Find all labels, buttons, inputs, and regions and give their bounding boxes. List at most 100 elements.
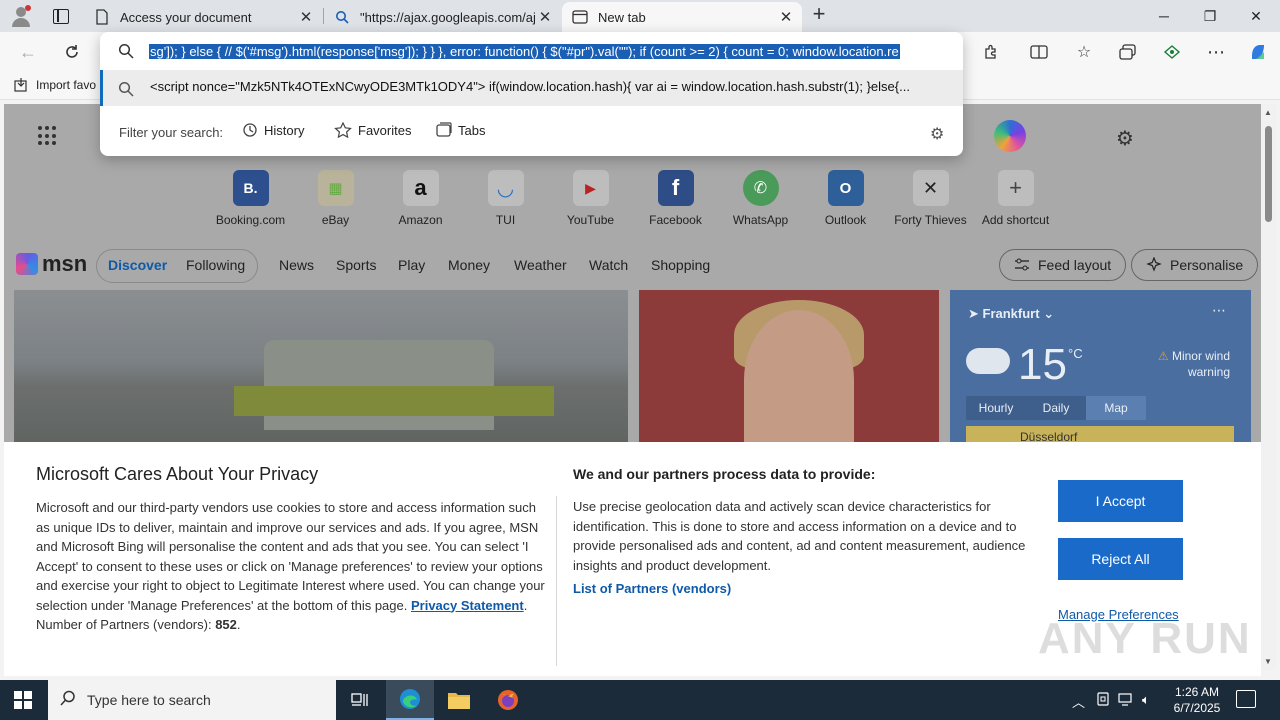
weather-warning[interactable]: ⚠ Minor wind warning <box>1140 348 1230 380</box>
profile-icon[interactable] <box>8 4 34 28</box>
favorites-star-icon[interactable]: ☆ <box>1072 40 1096 64</box>
new-tab-button[interactable]: + <box>808 3 830 26</box>
firefox-icon[interactable] <box>484 680 532 720</box>
page-settings-gear-icon[interactable]: ⚙ <box>1116 126 1134 151</box>
more-options-icon[interactable]: ⋯ <box>1204 40 1228 64</box>
tab-access-document[interactable]: Access your document ✕ <box>84 2 322 32</box>
news-photo-boat[interactable] <box>14 290 628 442</box>
booking-icon: B. <box>232 170 269 206</box>
collections-icon[interactable] <box>1116 40 1140 64</box>
filter-history[interactable]: History <box>242 122 304 138</box>
close-icon[interactable]: ✕ <box>535 8 555 26</box>
outlook-icon: O <box>827 170 864 206</box>
refresh-icon[interactable] <box>60 40 84 64</box>
filter-tabs[interactable]: Tabs <box>436 122 485 138</box>
address-input[interactable]: sg']); } else { // $('#msg').html(respon… <box>149 42 945 61</box>
task-view-icon[interactable] <box>336 680 384 720</box>
tab-new-tab[interactable]: New tab ✕ <box>562 2 802 32</box>
weather-map[interactable]: Düsseldorf <box>966 426 1234 442</box>
shortcut-amazon[interactable]: a Amazon <box>378 170 463 227</box>
nav-following[interactable]: Following <box>186 257 245 273</box>
address-bar-dropdown: sg']); } else { // $('#msg').html(respon… <box>100 32 963 156</box>
tab-actions-icon[interactable] <box>50 6 70 26</box>
taskbar-clock[interactable]: 1:26 AM 6/7/2025 <box>1172 684 1222 716</box>
back-arrow-icon[interactable]: ← <box>16 40 40 64</box>
chevron-up-icon[interactable]: ︿ <box>1072 692 1085 711</box>
tab-ajax-search[interactable]: "https://ajax.googleapis.com/aja ✕ <box>324 2 561 32</box>
divider <box>556 496 557 666</box>
tab-daily[interactable]: Daily <box>1026 396 1086 420</box>
weather-card[interactable]: ➤ Frankfurt ⌄ ⋯ 15 °C ⚠ Minor wind warni… <box>950 290 1251 442</box>
close-window-button[interactable]: ✕ <box>1233 0 1279 32</box>
close-icon[interactable]: ✕ <box>776 8 796 26</box>
privacy-statement-link[interactable]: Privacy Statement <box>411 598 524 613</box>
copilot-sidebar-icon[interactable] <box>1246 40 1270 64</box>
search-icon <box>334 9 350 25</box>
shortcut-forty-thieves[interactable]: ✕ Forty Thieves <box>888 170 973 227</box>
notifications-icon[interactable] <box>1236 690 1256 708</box>
shortcut-whatsapp[interactable]: ✆ WhatsApp <box>718 170 803 227</box>
edge-app-icon[interactable] <box>386 680 434 720</box>
nav-shopping[interactable]: Shopping <box>651 257 710 273</box>
nav-watch[interactable]: Watch <box>589 257 628 273</box>
search-icon <box>118 43 134 64</box>
shortcut-booking[interactable]: B. Booking.com <box>208 170 293 227</box>
shortcut-outlook[interactable]: O Outlook <box>803 170 888 227</box>
accept-button[interactable]: I Accept <box>1058 480 1183 522</box>
split-screen-icon[interactable] <box>1027 40 1051 64</box>
partners-list-link[interactable]: List of Partners (vendors) <box>573 581 731 596</box>
shortcut-youtube[interactable]: ▶ YouTube <box>548 170 633 227</box>
scroll-down-icon[interactable]: ▼ <box>1264 657 1272 666</box>
copilot-icon[interactable] <box>994 120 1026 152</box>
nav-news[interactable]: News <box>279 257 314 273</box>
filter-favorites[interactable]: Favorites <box>334 122 411 138</box>
minimize-button[interactable]: ─ <box>1141 0 1187 32</box>
page-scrollbar[interactable]: ▲ ▼ <box>1261 104 1276 670</box>
device-icon[interactable] <box>1096 692 1110 709</box>
file-explorer-icon[interactable] <box>435 680 483 720</box>
scroll-thumb[interactable] <box>1265 126 1272 222</box>
news-photo-speaker[interactable] <box>639 290 939 442</box>
shortcut-label: Outlook <box>824 213 867 227</box>
tab-map[interactable]: Map <box>1086 396 1146 420</box>
feed-layout-label: Feed layout <box>1038 257 1112 273</box>
network-icon[interactable] <box>1118 692 1134 709</box>
privacy-consent-banner: Microsoft Cares About Your Privacy Micro… <box>4 442 1261 676</box>
nav-sports[interactable]: Sports <box>336 257 376 273</box>
nav-money[interactable]: Money <box>448 257 490 273</box>
personalise-button[interactable]: Personalise <box>1131 249 1259 281</box>
filter-favorites-label: Favorites <box>358 122 412 138</box>
reject-all-button[interactable]: Reject All <box>1058 538 1183 580</box>
document-icon <box>94 9 110 25</box>
close-icon[interactable]: ✕ <box>296 8 316 26</box>
weather-location[interactable]: ➤ Frankfurt ⌄ <box>968 306 1054 322</box>
search-icon <box>118 81 134 102</box>
tab-hourly[interactable]: Hourly <box>966 396 1026 420</box>
address-bar[interactable]: sg']); } else { // $('#msg').html(respon… <box>100 32 963 70</box>
nav-weather[interactable]: Weather <box>514 257 567 273</box>
feed-layout-button[interactable]: Feed layout <box>999 249 1127 281</box>
windows-start-icon[interactable] <box>14 691 32 709</box>
search-suggestion[interactable]: <script nonce="Mzk5NTk4OTExNCwyODE3MTk1O… <box>100 70 963 106</box>
scroll-up-icon[interactable]: ▲ <box>1264 108 1272 117</box>
import-favorites-label: Import favo <box>36 78 97 92</box>
purposes-heading: We and our partners process data to prov… <box>573 466 876 482</box>
maximize-button[interactable]: ❐ <box>1187 0 1233 32</box>
import-favorites-button[interactable]: Import favo <box>14 78 96 92</box>
app-launcher-icon[interactable] <box>38 126 58 146</box>
taskbar-search-box[interactable]: Type here to search <box>48 680 336 720</box>
shortcut-facebook[interactable]: f Facebook <box>633 170 718 227</box>
add-shortcut-button[interactable]: + Add shortcut <box>973 170 1058 227</box>
nav-discover[interactable]: Discover <box>108 257 167 273</box>
shortcut-tui[interactable]: ◡ TUI <box>463 170 548 227</box>
nav-play[interactable]: Play <box>398 257 425 273</box>
browser-essentials-icon[interactable] <box>1160 40 1184 64</box>
shortcut-ebay[interactable]: ▦ eBay <box>293 170 378 227</box>
msn-logo-text: msn <box>42 251 88 276</box>
msn-logo[interactable]: msn <box>16 251 87 277</box>
shortcut-label: Facebook <box>649 213 702 227</box>
extensions-icon[interactable] <box>979 40 1003 64</box>
more-icon[interactable]: ⋯ <box>1212 302 1226 319</box>
gear-icon[interactable]: ⚙ <box>930 124 944 144</box>
volume-icon[interactable]: 🔈︎ <box>1142 692 1150 708</box>
